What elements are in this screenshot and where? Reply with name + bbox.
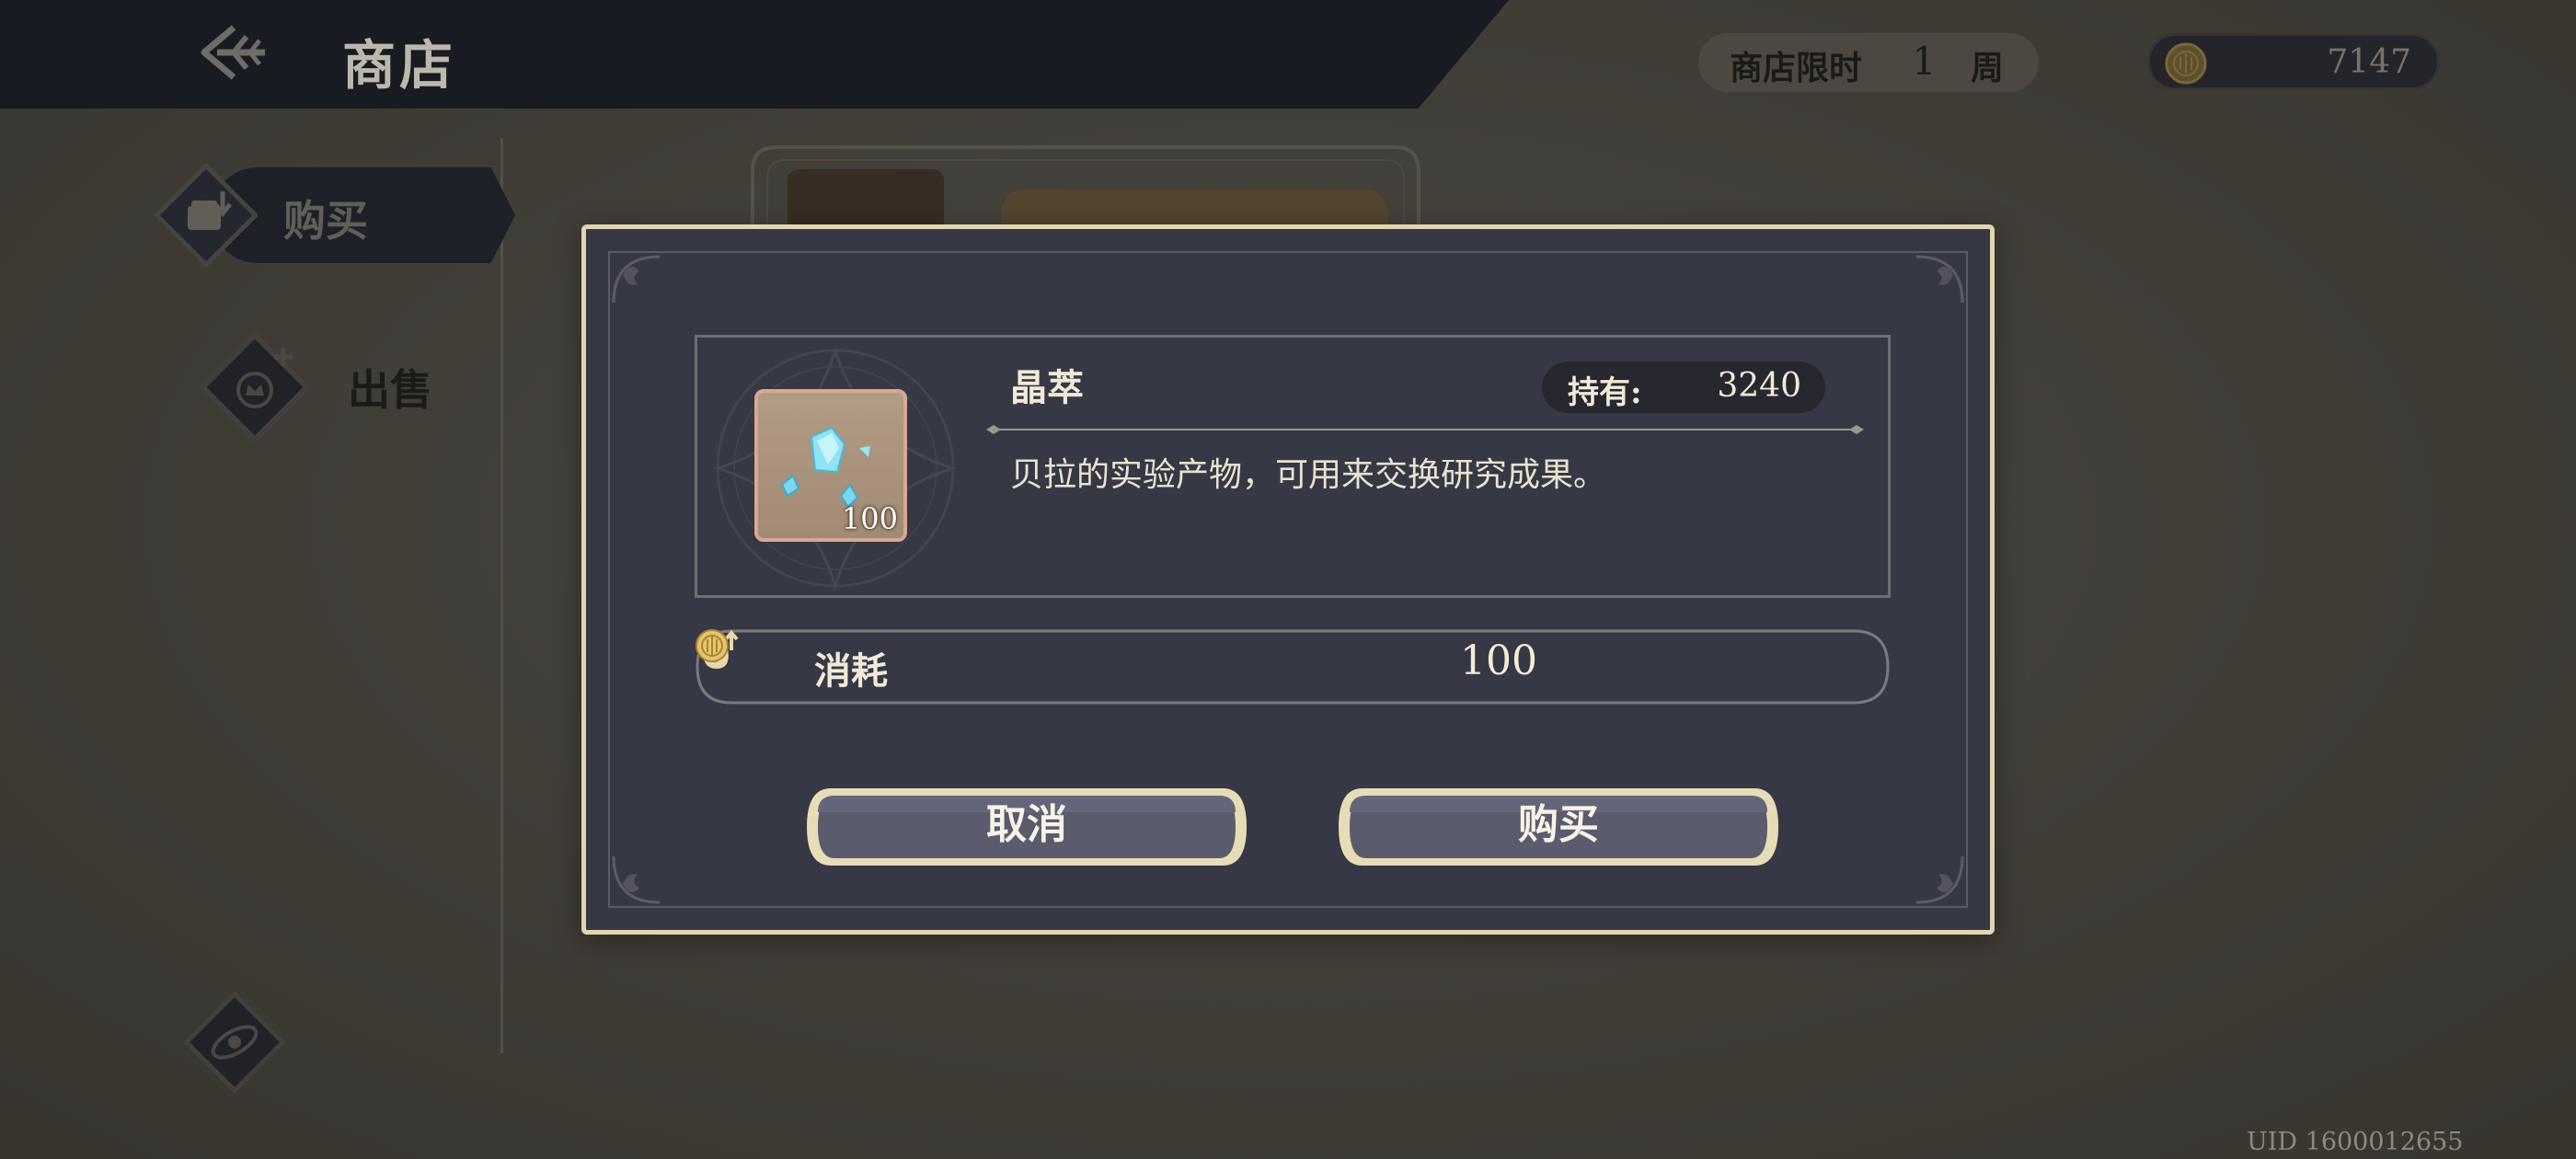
item-description: 贝拉的实验产物，可用来交换研究成果。 [1010, 456, 1607, 494]
cost-label: 消耗 [814, 649, 888, 693]
gold-coin-icon [696, 629, 729, 662]
item-icon-slot[interactable]: 100 [754, 389, 907, 542]
confirm-button-label: 购买 [1518, 801, 1599, 848]
item-icon-quantity: 100 [841, 501, 898, 536]
cancel-button-label: 取消 [986, 801, 1067, 848]
cost-row: 消耗 100 [695, 628, 1891, 706]
item-name: 晶萃 [1010, 366, 1084, 409]
owned-label: 持有: [1568, 374, 1642, 411]
cost-value: 100 [1460, 637, 1537, 684]
owned-count-badge: 持有: 3240 [1542, 361, 1825, 413]
confirm-buy-button[interactable]: 购买 [1335, 785, 1782, 869]
owned-value: 3240 [1717, 367, 1801, 405]
item-info-panel: 100 晶萃 持有: 3240 贝拉的实验产物，可用来交换研究成果。 [695, 335, 1891, 598]
purchase-dialog: 100 晶萃 持有: 3240 贝拉的实验产物，可用来交换研究成果。 消耗 10… [581, 224, 1995, 935]
cancel-button[interactable]: 取消 [803, 785, 1250, 869]
item-divider [986, 425, 1864, 434]
uid-label: UID 1600012655 [2247, 1128, 2464, 1156]
